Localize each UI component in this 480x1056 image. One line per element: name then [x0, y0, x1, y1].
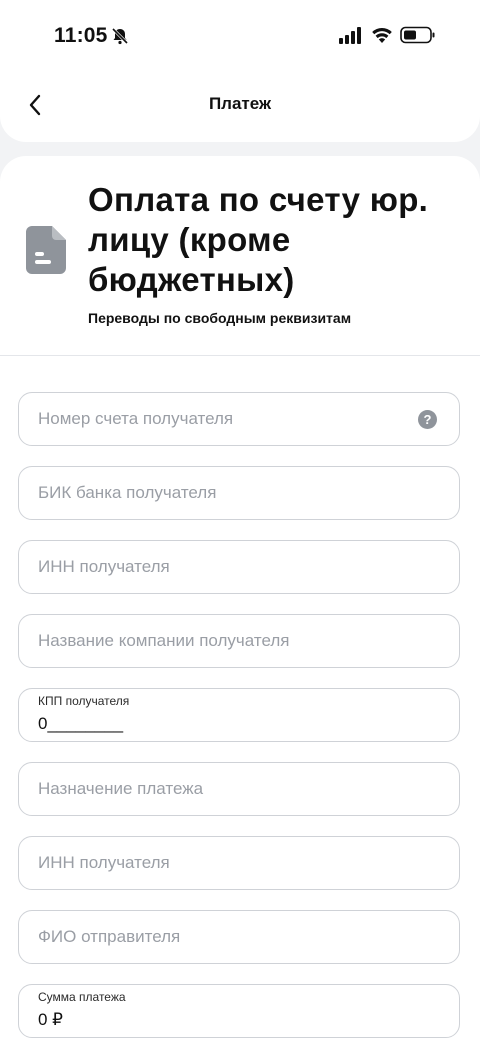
- kpp-label: КПП получателя: [38, 694, 130, 708]
- kpp-field[interactable]: КПП получателя 0________: [18, 688, 460, 742]
- account-number-field[interactable]: Номер счета получателя ?: [18, 392, 460, 446]
- payment-purpose-field[interactable]: Назначение платежа: [18, 762, 460, 816]
- sender-name-field[interactable]: ФИО отправителя: [18, 910, 460, 964]
- bell-muted-icon: [111, 27, 129, 45]
- page-subtitle: Переводы по свободным реквизитам: [88, 310, 352, 326]
- signal-icon: [339, 27, 363, 45]
- company-name-field[interactable]: Название компании получателя: [18, 614, 460, 668]
- battery-icon: [400, 26, 436, 44]
- document-icon: [26, 226, 66, 274]
- page-title: Оплата по счету юр. лицу (кроме бюджетны…: [88, 181, 429, 298]
- wifi-icon: [370, 25, 394, 45]
- header-title: Платеж: [208, 94, 272, 113]
- amount-value: 0 ₽: [38, 1010, 63, 1029]
- amount-field[interactable]: Сумма платежа 0 ₽: [18, 984, 460, 1038]
- status-bar: 11:05: [0, 0, 480, 70]
- bik-placeholder: БИК банка получателя: [38, 483, 217, 502]
- header: Платеж: [0, 70, 480, 142]
- company-name-placeholder: Название компании получателя: [38, 631, 290, 650]
- sender-name-placeholder: ФИО отправителя: [38, 927, 181, 946]
- inn-second-placeholder: ИНН получателя: [38, 853, 170, 872]
- amount-label: Сумма платежа: [38, 990, 126, 1004]
- payment-purpose-placeholder: Назначение платежа: [38, 779, 204, 798]
- help-icon[interactable]: ?: [418, 410, 437, 429]
- divider: [0, 355, 480, 356]
- inn-field[interactable]: ИНН получателя: [18, 540, 460, 594]
- account-number-placeholder: Номер счета получателя: [38, 409, 234, 428]
- kpp-value: 0________: [38, 714, 124, 733]
- status-time: 11:05: [54, 24, 108, 47]
- inn-placeholder: ИНН получателя: [38, 557, 170, 576]
- bik-field[interactable]: БИК банка получателя: [18, 466, 460, 520]
- inn-second-field[interactable]: ИНН получателя: [18, 836, 460, 890]
